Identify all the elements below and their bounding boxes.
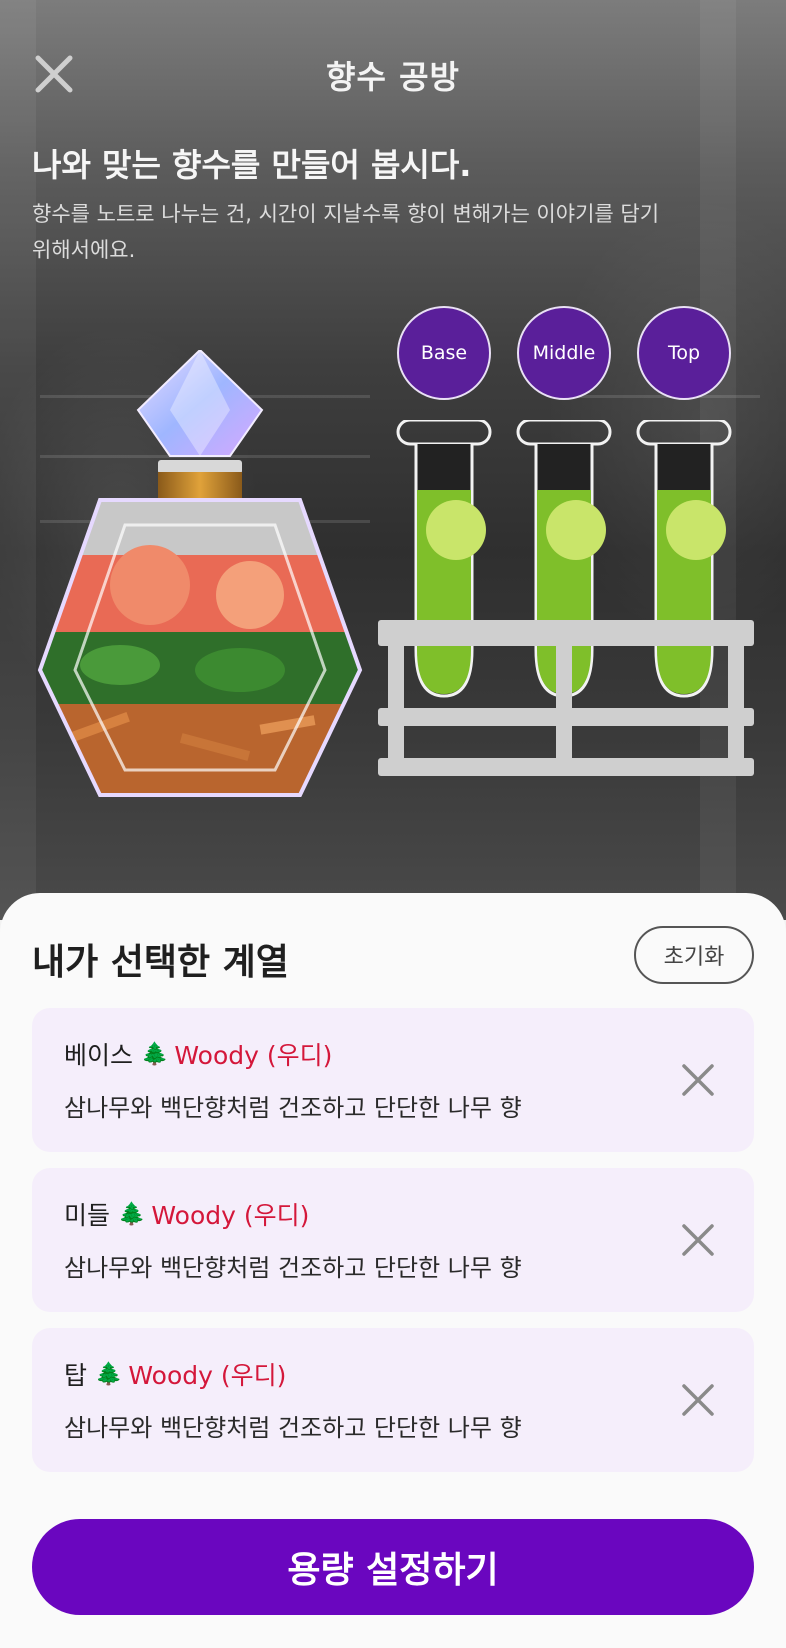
note-card-middle: 미들 🌲 Woody (우디) 삼나무와 백단향처럼 건조하고 단단한 나무 향 [32, 1168, 754, 1312]
card-description: 삼나무와 백단향처럼 건조하고 단단한 나무 향 [64, 1414, 522, 1442]
set-volume-button[interactable]: 용량 설정하기 [32, 1519, 754, 1615]
card-heading: 탑 🌲 Woody (우디) [64, 1356, 286, 1392]
test-tube-rack-illustration [378, 420, 754, 776]
card-family-label: Woody (우디) [174, 1041, 333, 1070]
card-heading: 베이스 🌲 Woody (우디) [64, 1036, 332, 1072]
selected-families-title: 내가 선택한 계열 [32, 942, 289, 983]
card-position-label: 미들 [64, 1201, 111, 1230]
page-title: 향수 공방 [326, 58, 460, 96]
note-card-top: 탑 🌲 Woody (우디) 삼나무와 백단향처럼 건조하고 단단한 나무 향 [32, 1328, 754, 1472]
tree-icon: 🌲 [141, 1041, 169, 1067]
card-family-label: Woody (우디) [128, 1361, 287, 1390]
card-family-label: Woody (우디) [151, 1201, 310, 1230]
reset-button[interactable]: 초기화 [634, 926, 754, 984]
remove-icon[interactable] [678, 1380, 718, 1420]
card-position-label: 탑 [64, 1361, 88, 1390]
note-circle-top[interactable]: Top [637, 306, 731, 400]
note-card-base: 베이스 🌲 Woody (우디) 삼나무와 백단향처럼 건조하고 단단한 나무 … [32, 1008, 754, 1152]
remove-icon[interactable] [678, 1060, 718, 1100]
note-circle-base[interactable]: Base [397, 306, 491, 400]
card-description: 삼나무와 백단향처럼 건조하고 단단한 나무 향 [64, 1254, 522, 1282]
test-tube-top [636, 420, 732, 698]
hero-heading: 나와 맞는 향수를 만들어 봅시다. [32, 146, 472, 184]
test-tube-base [396, 420, 492, 698]
card-description: 삼나무와 백단향처럼 건조하고 단단한 나무 향 [64, 1094, 522, 1122]
remove-icon[interactable] [678, 1220, 718, 1260]
card-heading: 미들 🌲 Woody (우디) [64, 1196, 309, 1232]
hero-section: 향수 공방 나와 맞는 향수를 만들어 봅시다. 향수를 노트로 나누는 건, … [0, 0, 786, 920]
bottom-sheet: 내가 선택한 계열 초기화 베이스 🌲 Woody (우디) 삼나무와 백단향처… [0, 893, 786, 1648]
hero-description: 향수를 노트로 나누는 건, 시간이 지날수록 향이 변해가는 이야기를 담기 … [32, 202, 660, 262]
tree-icon: 🌲 [95, 1361, 123, 1387]
perfume-bottle-illustration [37, 350, 363, 797]
note-circle-middle[interactable]: Middle [517, 306, 611, 400]
card-position-label: 베이스 [64, 1041, 134, 1070]
tree-icon: 🌲 [118, 1201, 146, 1227]
